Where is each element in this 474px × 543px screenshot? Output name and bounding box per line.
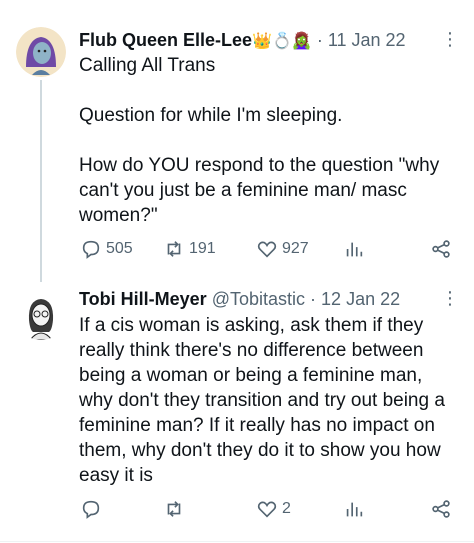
share-button[interactable] xyxy=(430,498,452,520)
share-icon xyxy=(432,500,450,518)
author-emoji: 👑💍🧟‍♀️ xyxy=(252,33,312,50)
reply-icon xyxy=(82,240,100,259)
retweet-button[interactable]: 191 xyxy=(163,238,216,260)
avatar[interactable] xyxy=(16,290,66,340)
author-handle[interactable]: @Tobitastic xyxy=(212,289,305,309)
retweet-count: 191 xyxy=(189,240,216,257)
author-name[interactable]: Tobi Hill-Meyer xyxy=(79,289,207,309)
reply-icon xyxy=(82,500,100,519)
retweet-button[interactable] xyxy=(163,498,189,520)
retweet-icon xyxy=(167,241,181,257)
reply-button[interactable] xyxy=(80,498,106,520)
more-options-icon[interactable]: ⋮ xyxy=(441,288,460,309)
reply-count: 505 xyxy=(106,240,133,257)
like-button[interactable]: 2 xyxy=(256,498,291,520)
heart-icon xyxy=(257,241,277,258)
views-button[interactable] xyxy=(343,498,365,520)
tweet-text: Calling All Trans Question for while I'm… xyxy=(79,55,440,226)
reply-button[interactable]: 505 xyxy=(80,238,133,260)
tweet-1[interactable]: Flub Queen Elle-Lee👑💍🧟‍♀️ · 11 Jan 22 ⋮ … xyxy=(0,0,474,280)
like-count: 927 xyxy=(282,240,309,257)
like-button[interactable]: 927 xyxy=(256,238,309,260)
heart-icon xyxy=(257,501,277,518)
tweet-2[interactable]: Tobi Hill-Meyer @Tobitastic · 12 Jan 22 … xyxy=(0,282,474,540)
tweet-date[interactable]: 11 Jan 22 xyxy=(328,30,406,50)
separator-dot: · xyxy=(310,289,317,309)
avatar[interactable] xyxy=(16,27,66,77)
tweet-date[interactable]: 12 Jan 22 xyxy=(321,289,400,309)
separator-dot: · xyxy=(316,30,323,50)
share-icon xyxy=(432,240,450,258)
share-button[interactable] xyxy=(430,238,452,260)
tweet-actions: 505 191 927 xyxy=(0,238,474,266)
author-name[interactable]: Flub Queen Elle-Lee xyxy=(79,30,252,50)
retweet-icon xyxy=(167,501,181,517)
analytics-icon xyxy=(346,242,363,257)
tweet-actions: 2 xyxy=(0,498,474,526)
views-button[interactable] xyxy=(343,238,365,260)
tweet-header: Tobi Hill-Meyer @Tobitastic · 12 Jan 22 xyxy=(79,288,400,310)
more-options-icon[interactable]: ⋮ xyxy=(441,29,460,50)
tweet-header: Flub Queen Elle-Lee👑💍🧟‍♀️ · 11 Jan 22 xyxy=(79,29,406,53)
tweet-text: If a cis woman is asking, ask them if th… xyxy=(79,315,451,486)
analytics-icon xyxy=(346,502,363,517)
divider xyxy=(0,541,474,542)
like-count: 2 xyxy=(282,500,291,517)
